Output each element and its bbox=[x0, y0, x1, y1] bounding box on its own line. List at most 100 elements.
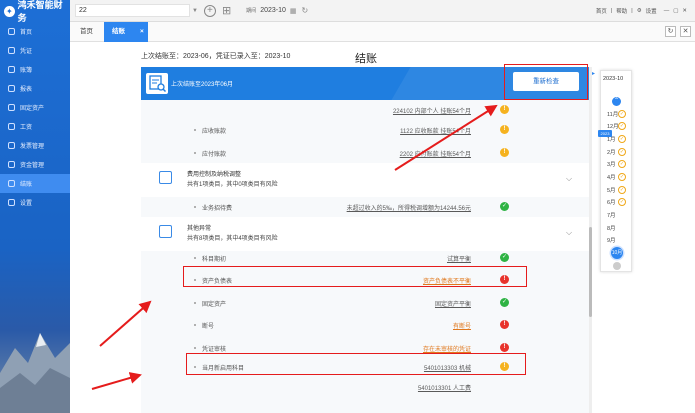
checked-icon: ✓ bbox=[618, 186, 626, 194]
top-link-home[interactable]: 首页 bbox=[596, 7, 607, 15]
section-title: 费用控制及纳税调整 bbox=[187, 172, 242, 178]
month-item[interactable]: 4月 ✓ bbox=[607, 173, 629, 183]
month-item[interactable]: 3月 ✓ bbox=[607, 160, 629, 170]
check-value-link[interactable]: 固定资产平衡 bbox=[435, 299, 471, 308]
check-value-link[interactable]: 存在未审核的凭证 bbox=[423, 344, 471, 353]
check-label: 断号 bbox=[193, 321, 214, 330]
sidebar-item-ledger[interactable]: 账簿 bbox=[0, 60, 70, 79]
reload-tab-icon[interactable]: ↻ bbox=[665, 26, 676, 37]
closing-summary: 上次结账至：2023-06，凭证已录入至：2023-10 bbox=[141, 53, 291, 60]
maximize-icon[interactable]: ▢ bbox=[673, 8, 678, 14]
collapse-arrow-icon[interactable]: ▸ bbox=[592, 70, 600, 80]
checked-icon: ✓ bbox=[618, 173, 626, 181]
chevron-down-icon[interactable]: ⌵ bbox=[566, 174, 572, 184]
minimize-icon[interactable]: — bbox=[664, 8, 670, 14]
check-label: 科目期初 bbox=[193, 254, 226, 263]
chevron-down-icon[interactable]: ⌵ bbox=[566, 228, 572, 238]
check-label: 凭证审核 bbox=[193, 344, 226, 353]
warning-icon: ! bbox=[500, 125, 509, 134]
sidebar-item-reports[interactable]: 报表 bbox=[0, 79, 70, 98]
check-value-link[interactable]: 试算平衡 bbox=[447, 254, 471, 263]
top-link-help[interactable]: 帮助 bbox=[616, 7, 627, 15]
sidebar-item-settings[interactable]: 设置 bbox=[0, 193, 70, 212]
page-title: 结账 bbox=[355, 53, 377, 65]
invoice-icon bbox=[8, 142, 15, 149]
refresh-icon[interactable]: ↻ bbox=[302, 6, 309, 15]
current-month[interactable]: 10月 bbox=[611, 247, 623, 259]
check-row: 应收账款 1122 应收账款 挂账54个月 ! bbox=[141, 120, 589, 140]
close-all-tabs-icon[interactable]: ✕ bbox=[680, 26, 691, 37]
company-select[interactable]: 22 bbox=[75, 4, 190, 17]
voucher-icon bbox=[8, 47, 15, 54]
funds-icon bbox=[8, 161, 15, 168]
sidebar-item-invoices[interactable]: 发票管理 bbox=[0, 136, 70, 155]
top-links: 首页 | 帮助 | ⚙ 设置 — ▢ ✕ bbox=[596, 0, 687, 22]
dropdown-caret-icon[interactable]: ▼ bbox=[192, 8, 198, 14]
check-value-link[interactable]: 未超过收入的5‰，所得税调增额为14244.56元 bbox=[347, 203, 471, 212]
month-item[interactable]: 6月 ✓ bbox=[607, 198, 629, 208]
check-row: 科目期初 试算平衡 ✓ bbox=[141, 248, 589, 268]
check-value-link[interactable]: 有断号 bbox=[453, 321, 471, 330]
tab-closing[interactable]: 结账 × bbox=[104, 22, 148, 42]
check-value-link[interactable]: 1122 应收账款 挂账54个月 bbox=[400, 126, 471, 135]
add-circle-icon[interactable]: + bbox=[203, 4, 216, 17]
tab-closing-label: 结账 bbox=[112, 28, 125, 35]
section-subtitle: 共有8项类目，其中4项类目有风险 bbox=[187, 236, 278, 242]
close-window-icon[interactable]: ✕ bbox=[682, 8, 687, 14]
top-link-settings[interactable]: 设置 bbox=[646, 7, 657, 15]
checked-icon: ✓ bbox=[618, 135, 626, 143]
checked-icon: ✓ bbox=[618, 160, 626, 168]
sidebar: ✦ 鸿禾智能财务 首页 凭证 账簿 报表 固定资产 工资 发票管理 资金管理 结… bbox=[0, 0, 70, 413]
other-anomalies-icon bbox=[159, 225, 172, 238]
panel-scrollbar[interactable] bbox=[589, 67, 592, 413]
checked-icon: ✓ bbox=[618, 198, 626, 206]
tab-bar: 首页 结账 × ↻ ✕ bbox=[70, 22, 695, 42]
tab-home[interactable]: 首页 bbox=[72, 22, 101, 42]
month-item[interactable]: 2月 ✓ bbox=[607, 148, 629, 158]
checked-icon: ✓ bbox=[618, 148, 626, 156]
month-item[interactable]: 8月 bbox=[607, 224, 629, 234]
month-item[interactable]: 7月 bbox=[607, 211, 629, 221]
calendar-icon[interactable]: ▦ bbox=[290, 7, 297, 15]
payroll-icon bbox=[8, 123, 15, 130]
check-label: 应付账款 bbox=[193, 149, 226, 158]
gear-icon[interactable]: ⚙ bbox=[637, 8, 642, 14]
check-row: 断号 有断号 ! bbox=[141, 315, 589, 335]
sidebar-item-funds[interactable]: 资金管理 bbox=[0, 155, 70, 174]
section-other-anomalies[interactable]: 其他异常 共有8项类目，其中4项类目有风险 ⌵ bbox=[141, 217, 589, 251]
month-item[interactable]: 9月 bbox=[607, 236, 629, 246]
sidebar-item-fixed-assets[interactable]: 固定资产 bbox=[0, 98, 70, 117]
month-selector-header: 2023-10 bbox=[603, 76, 624, 82]
sidebar-item-voucher[interactable]: 凭证 bbox=[0, 41, 70, 60]
check-row: 固定资产 固定资产平衡 ✓ bbox=[141, 293, 589, 313]
month-item[interactable]: 5月 ✓ bbox=[607, 186, 629, 196]
year-tag: 2023 bbox=[598, 130, 612, 137]
error-icon: ! bbox=[500, 343, 509, 352]
scroll-down-icon[interactable] bbox=[613, 262, 621, 270]
check-ok-icon: ✓ bbox=[500, 253, 509, 262]
check-value-link[interactable]: 5401013301 人工费 bbox=[418, 383, 471, 392]
month-selector: 2023-10 ⌃ 11月 ✓ 12月 ✓ 1月 ✓ 2月 ✓ 3月 ✓ 4月 ✓ 5月 ✓ … bbox=[600, 70, 632, 272]
close-tab-icon[interactable]: × bbox=[140, 22, 144, 42]
checked-icon: ✓ bbox=[618, 110, 626, 118]
check-ok-icon: ✓ bbox=[500, 298, 509, 307]
scrollbar-thumb[interactable] bbox=[589, 227, 592, 317]
month-item[interactable]: 11月 ✓ bbox=[607, 110, 629, 120]
mountain-background bbox=[0, 333, 70, 413]
check-label: 应收账款 bbox=[193, 126, 226, 135]
annotation-box-recheck bbox=[504, 64, 588, 100]
period-value[interactable]: 2023-10 bbox=[260, 7, 286, 14]
section-fee-control[interactable]: 费用控制及纳税调整 共有1项类目，其中0项类目有风险 ⌵ bbox=[141, 163, 589, 197]
sidebar-item-payroll[interactable]: 工资 bbox=[0, 117, 70, 136]
warning-icon: ! bbox=[500, 148, 509, 157]
closing-icon bbox=[8, 180, 15, 187]
check-value-link[interactable]: 224102 内部个人 挂账54个月 bbox=[393, 106, 471, 115]
scroll-up-icon[interactable]: ⌃ bbox=[612, 97, 621, 106]
check-value-link[interactable]: 2202 应付账款 挂账54个月 bbox=[400, 149, 471, 158]
home-icon bbox=[8, 28, 15, 35]
sidebar-item-home[interactable]: 首页 bbox=[0, 22, 70, 41]
top-bar: 22 ▼ + ⊞ 期间 2023-10 ▦ ↻ 首页 | 帮助 | ⚙ 设置 —… bbox=[70, 0, 695, 22]
sidebar-item-closing[interactable]: 结账 bbox=[0, 174, 70, 193]
grid-icon[interactable]: ⊞ bbox=[222, 4, 231, 17]
section-title: 其他异常 bbox=[187, 226, 212, 232]
